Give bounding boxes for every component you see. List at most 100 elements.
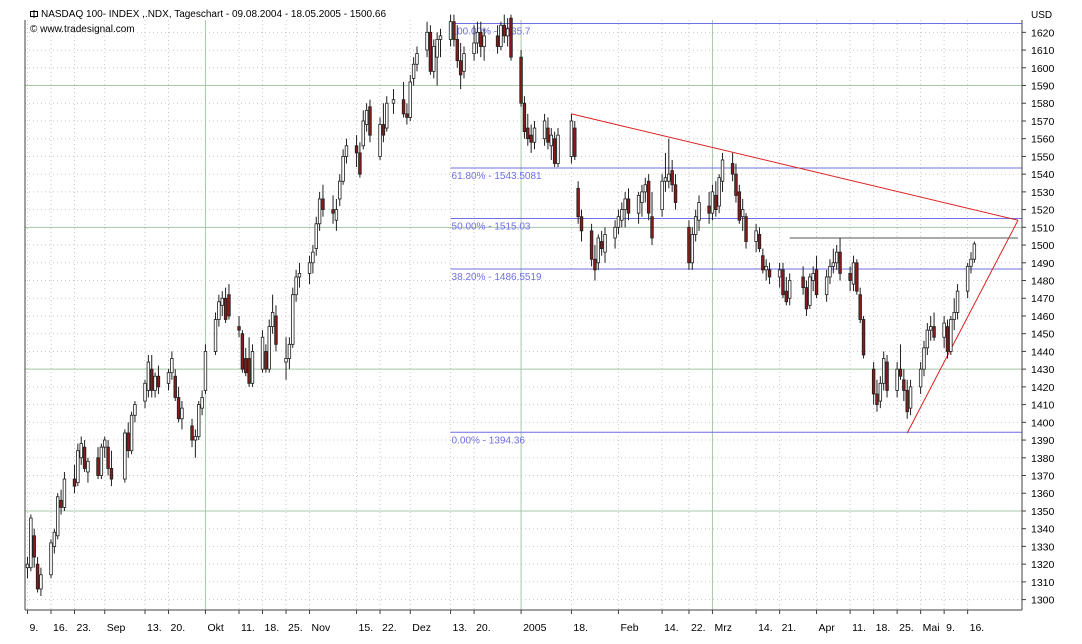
candle-body (240, 333, 245, 370)
y-tick-label: 1550 (1031, 151, 1055, 163)
y-tick-label: 1620 (1031, 27, 1055, 39)
candle-body (922, 347, 926, 370)
x-tick-label: 20. (476, 622, 491, 634)
x-tick-label: Apr (819, 622, 836, 634)
candle (569, 113, 574, 164)
fib-level-label: 38.20% - 1486.5519 (452, 272, 543, 283)
y-tick-label: 1360 (1031, 488, 1055, 500)
y-tick-label: 1340 (1031, 524, 1055, 536)
candle-body (213, 319, 218, 352)
x-tick-label: 18. (265, 622, 280, 634)
y-tick-label: 1410 (1031, 400, 1055, 412)
y-tick-label: 1510 (1031, 222, 1055, 234)
candle-body (462, 53, 466, 72)
y-tick-label: 1440 (1031, 346, 1055, 358)
candle-body (56, 496, 60, 537)
candle-body (744, 216, 748, 242)
fib-level-label: 50.00% - 1515.03 (452, 221, 531, 232)
y-tick-label: 1570 (1031, 116, 1055, 128)
candle-body (96, 457, 100, 476)
y-tick-label: 1460 (1031, 311, 1055, 323)
x-tick-label: Mrz (714, 622, 732, 634)
candle-body (455, 39, 459, 62)
candle-body (952, 312, 956, 320)
candle-body (898, 368, 903, 377)
candle-body (848, 273, 852, 281)
candle-body (663, 177, 668, 182)
candle-body (801, 276, 805, 289)
candle-body (925, 329, 930, 349)
y-tick-label: 1300 (1031, 595, 1055, 607)
candle-body (740, 209, 745, 218)
candle-body (244, 358, 248, 374)
candle-body (549, 134, 553, 147)
candle-body (522, 102, 527, 133)
candle (56, 493, 60, 540)
candle-body (757, 234, 762, 250)
candle-body (334, 209, 339, 221)
x-tick-label: Okt (207, 622, 223, 634)
candle-body (62, 478, 67, 508)
candle (408, 74, 412, 121)
candle-body (287, 343, 292, 359)
candle-body (878, 382, 883, 402)
candle (509, 14, 513, 61)
candle-body (227, 294, 231, 317)
x-tick-label: Sep (107, 622, 126, 634)
candle-body (391, 99, 396, 104)
candle-body (855, 262, 859, 292)
candle (240, 330, 245, 373)
chart-source: © www.tradesignal.com (30, 24, 135, 35)
candle-body (432, 46, 436, 72)
candle-body (871, 368, 876, 395)
y-tick-label: 1580 (1031, 98, 1055, 110)
candle-body (123, 432, 127, 480)
candle-body (613, 226, 617, 239)
y-tick-label: 1610 (1031, 45, 1055, 57)
candle-body (294, 276, 298, 296)
candle-body (364, 109, 369, 125)
candle-body (579, 216, 584, 232)
candle-body (767, 269, 772, 278)
y-tick-label: 1500 (1031, 240, 1055, 252)
candle-body (593, 258, 597, 271)
x-tick-label: 25. (288, 622, 303, 634)
candle-body (573, 127, 577, 157)
candle-body (526, 127, 530, 140)
chart-title: NASDAQ 100- INDEX ,.NDX, Tageschart - 09… (30, 9, 386, 20)
candle (855, 259, 859, 295)
candle-body (76, 450, 80, 484)
candle-body (965, 265, 970, 292)
candle-body (643, 184, 648, 193)
x-tick-label: 13. (453, 622, 468, 634)
candle-body (156, 375, 161, 388)
y-tick-label: 1430 (1031, 364, 1055, 376)
candle-body (495, 35, 500, 47)
candle-body (35, 563, 40, 590)
candle-body (428, 31, 433, 72)
x-tick-label: 22. (382, 622, 397, 634)
x-tick-label: 9. (30, 622, 39, 634)
candle-body (29, 517, 33, 569)
x-tick-label: 11. (852, 622, 866, 634)
candle-body (193, 436, 198, 441)
candle-body (640, 191, 644, 203)
candle-body (519, 56, 523, 104)
candle-body (321, 198, 325, 211)
candle-body (197, 404, 201, 437)
candle-body (267, 326, 271, 370)
candle-body (59, 499, 63, 508)
candle (949, 315, 953, 355)
candle-body (754, 230, 758, 242)
x-tick-label: Dez (412, 622, 431, 634)
candle-body (99, 446, 104, 476)
x-tick-label: 16. (970, 622, 985, 634)
candle (646, 174, 651, 221)
y-tick-label: 1540 (1031, 169, 1055, 181)
candle-body (472, 42, 476, 55)
candle-body (969, 258, 973, 267)
candle (291, 287, 295, 348)
candle (808, 273, 812, 309)
candle-body (811, 273, 815, 281)
candle-body (667, 173, 671, 182)
